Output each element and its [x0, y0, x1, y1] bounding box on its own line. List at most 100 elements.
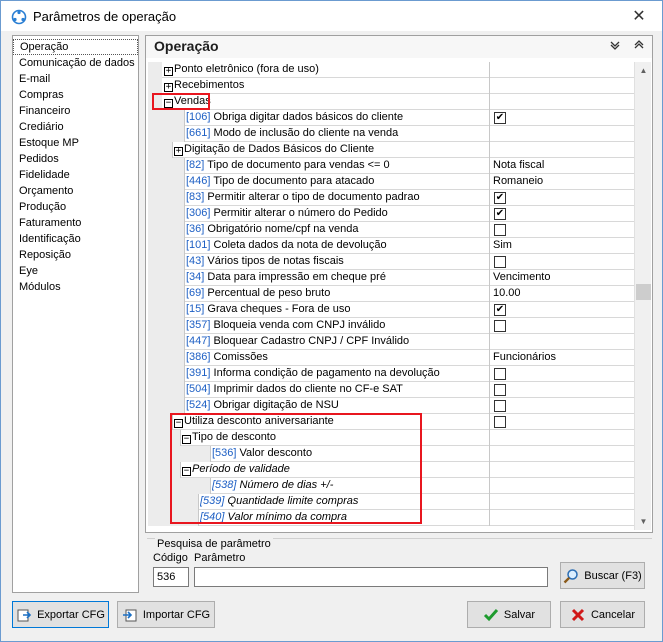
level-line [210, 478, 211, 494]
sidebar-item[interactable]: Compras [13, 87, 138, 103]
parameter-label: Ponto eletrônico (fora de uso) [174, 63, 319, 75]
sidebar-item[interactable]: Financeiro [13, 103, 138, 119]
sidebar-item[interactable]: Operação [13, 39, 138, 55]
collapse-node-icon[interactable]: − [182, 467, 191, 476]
unchecked-checkbox[interactable] [494, 368, 506, 380]
sidebar-item[interactable]: Orçamento [13, 183, 138, 199]
category-list[interactable]: Operação Comunicação de dados E-mail Compra… [12, 35, 139, 593]
checked-checkbox[interactable]: ✔ [494, 192, 506, 204]
title-bar: Parâmetros de operação ✕ [1, 1, 662, 31]
import-icon [122, 609, 137, 621]
tree-row[interactable]: [106] Obriga digitar dados básicos do cl… [148, 110, 634, 126]
tree-row[interactable]: [82] Tipo de documento para vendas <= 0 N… [148, 158, 634, 174]
parameter-value[interactable]: Sim [493, 238, 512, 253]
tree-row[interactable]: [306] Permitir alterar o número do Pedid… [148, 206, 634, 222]
tree-row[interactable]: [101] Coleta dados da nota de devolução S… [148, 238, 634, 254]
collapse-node-icon[interactable]: − [182, 435, 191, 444]
import-cfg-button[interactable]: Importar CFG [117, 601, 215, 628]
tree-row[interactable]: [661] Modo de inclusão do cliente na ven… [148, 126, 634, 142]
close-button[interactable]: ✕ [616, 1, 662, 31]
expand-node-icon[interactable]: + [164, 67, 173, 76]
collapse-all-icon[interactable] [606, 38, 624, 56]
checked-checkbox[interactable]: ✔ [494, 112, 506, 124]
row-gutter [148, 398, 184, 414]
unchecked-checkbox[interactable] [494, 384, 506, 396]
tree-row[interactable]: [538] Número de dias +/- [148, 478, 634, 494]
tree-row[interactable]: + Ponto eletrônico (fora de uso) [148, 62, 634, 78]
unchecked-checkbox[interactable] [494, 320, 506, 332]
parameter-value[interactable]: Funcionários [493, 350, 556, 365]
search-button[interactable]: Buscar (F3) [560, 562, 645, 589]
vertical-scrollbar[interactable]: ▲ ▼ [634, 62, 651, 530]
tree-row[interactable]: [540] Valor mínimo da compra [148, 510, 634, 526]
sidebar-item[interactable]: Estoque MP [13, 135, 138, 151]
level-line [198, 510, 199, 526]
row-gutter [148, 238, 184, 254]
row-gutter [148, 318, 184, 334]
tree-row[interactable]: [15] Grava cheques - Fora de uso ✔ [148, 302, 634, 318]
sidebar-item[interactable]: Comunicação de dados [13, 55, 138, 71]
tree-row[interactable]: [357] Bloqueia venda com CNPJ inválido [148, 318, 634, 334]
unchecked-checkbox[interactable] [494, 416, 506, 428]
tree-row[interactable]: [539] Quantidade limite compras [148, 494, 634, 510]
sidebar-item[interactable]: Reposição [13, 247, 138, 263]
tree-row[interactable]: − Período de validade [148, 462, 634, 478]
row-gutter [148, 190, 184, 206]
tree-row[interactable]: [447] Bloquear Cadastro CNPJ / CPF Invál… [148, 334, 634, 350]
unchecked-checkbox[interactable] [494, 256, 506, 268]
unchecked-checkbox[interactable] [494, 224, 506, 236]
expand-all-icon[interactable] [630, 38, 648, 56]
tree-row[interactable]: − Utiliza desconto aniversariante [148, 414, 634, 430]
sidebar-item[interactable]: Faturamento [13, 215, 138, 231]
sidebar-item[interactable]: Módulos [13, 279, 138, 295]
parameter-tree-grid[interactable]: + Ponto eletrônico (fora de uso) + Recebime… [148, 62, 634, 530]
scroll-thumb[interactable] [636, 284, 651, 300]
parameter-name: [101] Coleta dados da nota de devolução [186, 238, 487, 253]
sidebar-item[interactable]: E-mail [13, 71, 138, 87]
level-line [184, 190, 185, 206]
tree-row[interactable]: − Vendas [148, 94, 634, 110]
collapse-node-icon[interactable]: − [174, 419, 183, 428]
tree-row[interactable]: [34] Data para impressão em cheque pré Ve… [148, 270, 634, 286]
collapse-node-icon[interactable]: − [164, 99, 173, 108]
unchecked-checkbox[interactable] [494, 400, 506, 412]
tree-row[interactable]: [69] Percentual de peso bruto 10.00 [148, 286, 634, 302]
sidebar-item[interactable]: Pedidos [13, 151, 138, 167]
expand-node-icon[interactable]: + [164, 83, 173, 92]
tree-row[interactable]: [83] Permitir alterar o tipo de document… [148, 190, 634, 206]
code-input[interactable]: 536 [153, 567, 189, 587]
tree-row[interactable]: [504] Imprimir dados do cliente no CF-e … [148, 382, 634, 398]
sidebar-item[interactable]: Eye [13, 263, 138, 279]
sidebar-item[interactable]: Identificação [13, 231, 138, 247]
cancel-button[interactable]: Cancelar [560, 601, 645, 628]
parameter-label: Grava cheques - Fora de uso [204, 303, 351, 315]
tree-row[interactable]: [386] Comissões Funcionários [148, 350, 634, 366]
tree-row[interactable]: − Tipo de desconto [148, 430, 634, 446]
save-button[interactable]: Salvar [467, 601, 551, 628]
parameter-value[interactable]: 10.00 [493, 286, 521, 301]
parameter-value[interactable]: Romaneio [493, 174, 543, 189]
column-separator [489, 478, 490, 494]
row-gutter [148, 350, 184, 366]
parameter-input[interactable] [194, 567, 548, 587]
sidebar-item[interactable]: Fidelidade [13, 167, 138, 183]
tree-row[interactable]: [36] Obrigatório nome/cpf na venda [148, 222, 634, 238]
tree-row[interactable]: [391] Informa condição de pagamento na d… [148, 366, 634, 382]
tree-row[interactable]: [446] Tipo de documento para atacado Roma… [148, 174, 634, 190]
tree-row[interactable]: [524] Obrigar digitação de NSU [148, 398, 634, 414]
checked-checkbox[interactable]: ✔ [494, 208, 506, 220]
sidebar-item[interactable]: Produção [13, 199, 138, 215]
tree-row[interactable]: + Digitação de Dados Básicos do Cliente [148, 142, 634, 158]
tree-row[interactable]: [536] Valor desconto [148, 446, 634, 462]
scroll-up-icon[interactable]: ▲ [635, 62, 652, 79]
checked-checkbox[interactable]: ✔ [494, 304, 506, 316]
parameter-code: [34] [186, 271, 205, 283]
parameter-value[interactable]: Nota fiscal [493, 158, 544, 173]
export-cfg-button[interactable]: Exportar CFG [12, 601, 109, 628]
sidebar-item[interactable]: Crediário [13, 119, 138, 135]
tree-row[interactable]: [43] Vários tipos de notas fiscais [148, 254, 634, 270]
expand-node-icon[interactable]: + [174, 147, 183, 156]
parameter-value[interactable]: Vencimento [493, 270, 550, 285]
scroll-down-icon[interactable]: ▼ [635, 513, 652, 530]
tree-row[interactable]: + Recebimentos [148, 78, 634, 94]
